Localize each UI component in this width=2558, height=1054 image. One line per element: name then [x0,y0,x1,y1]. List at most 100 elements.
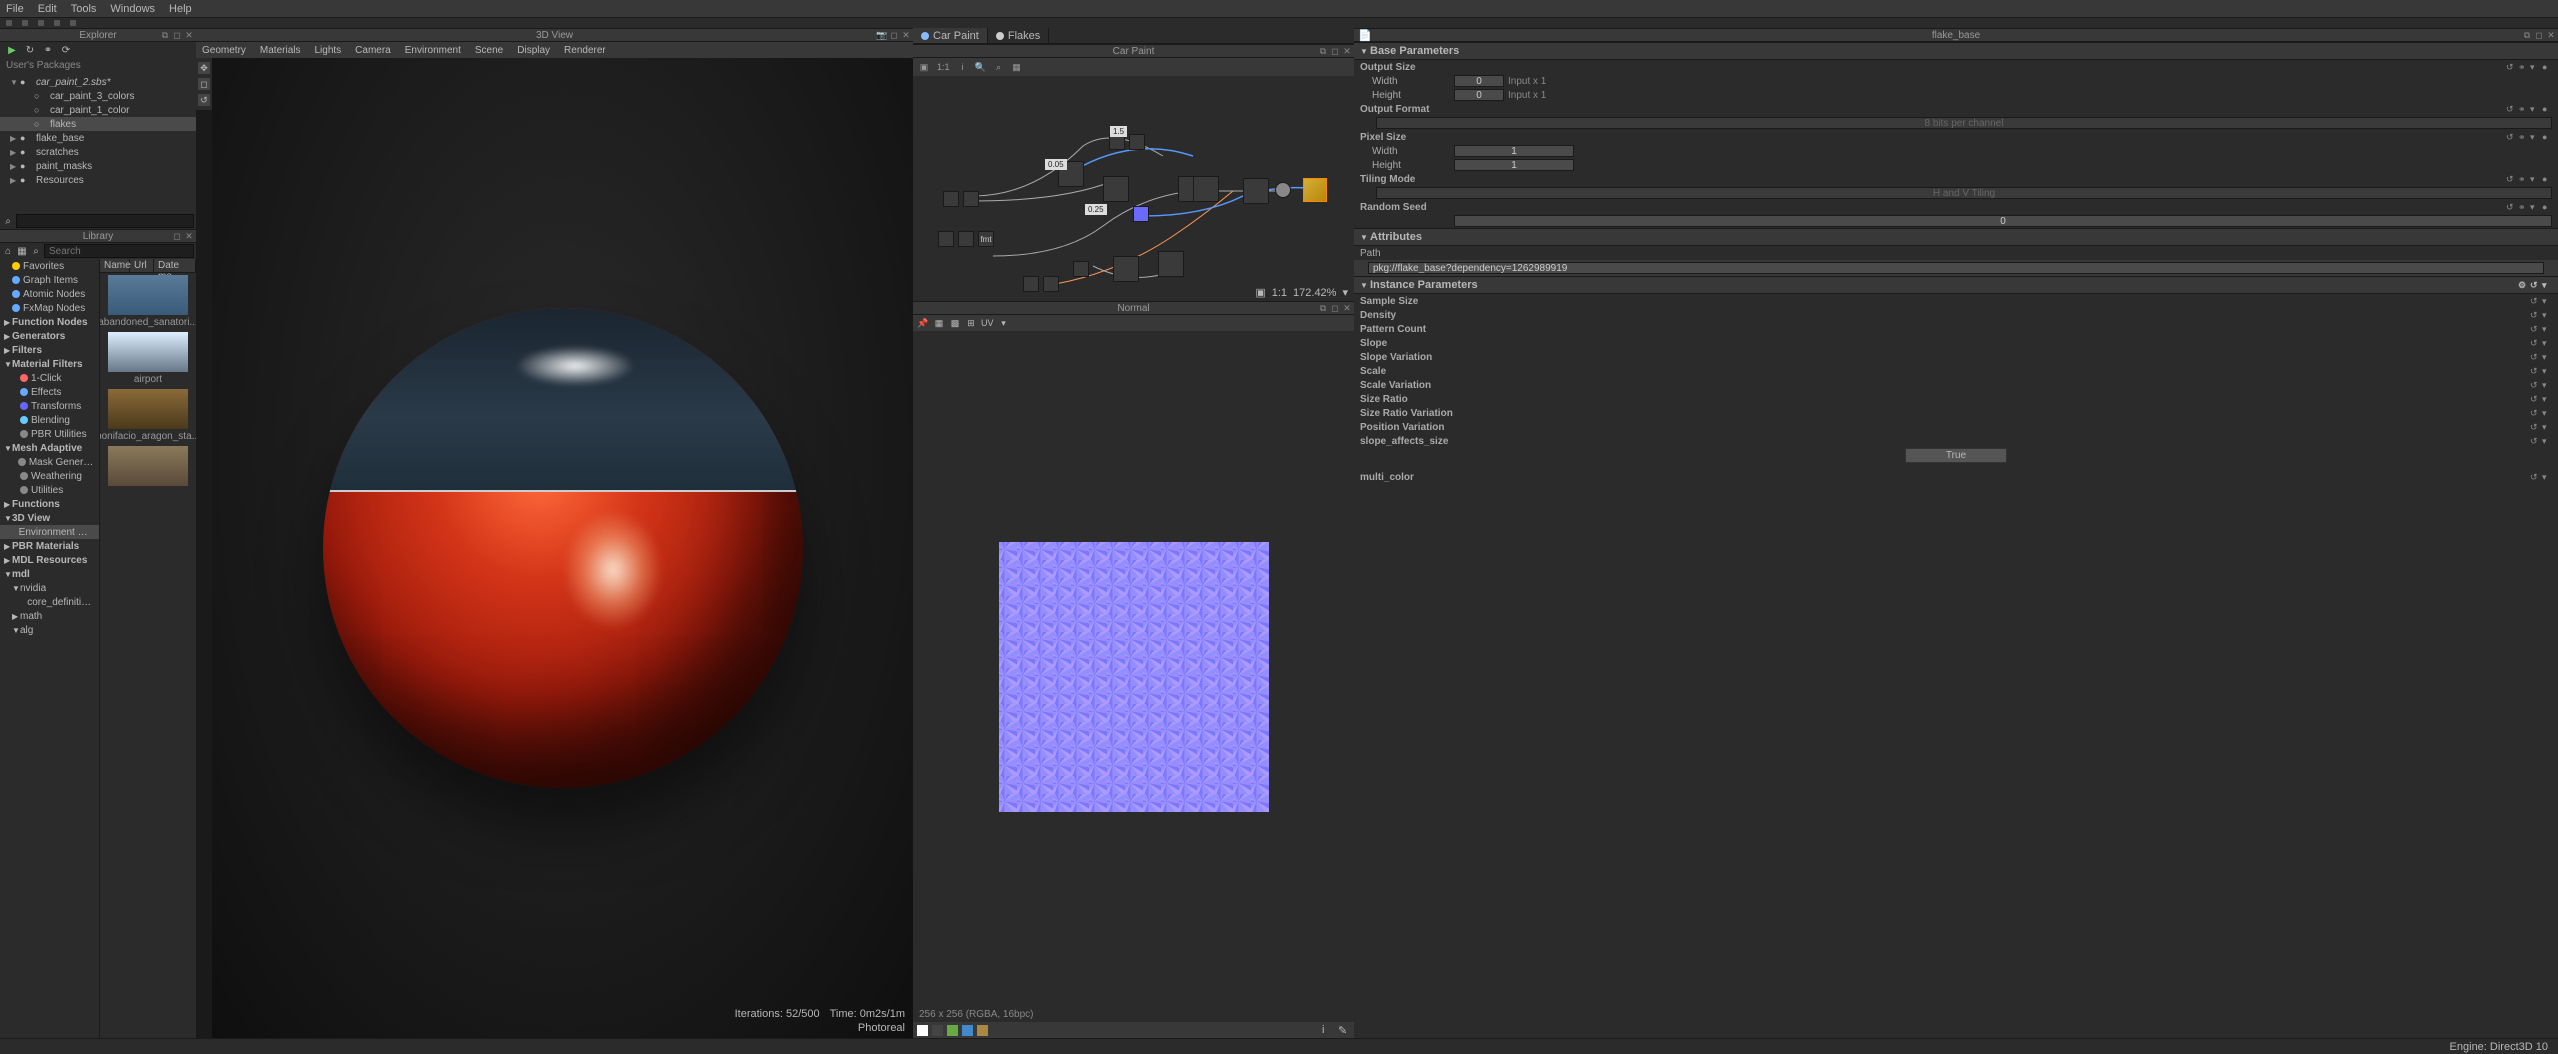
tile-icon[interactable]: ⊞ [965,317,977,329]
vp-menu-geometry[interactable]: Geometry [202,45,246,56]
lib-category[interactable]: ▶math [0,609,99,623]
lib-category[interactable]: Environment Maps [0,525,99,539]
reset-icon[interactable]: ↺ [2506,174,2516,184]
checker-icon[interactable]: ▩ [949,317,961,329]
pin-icon[interactable]: 📌 [917,317,929,329]
reset-icon[interactable]: ↺ [2530,324,2540,334]
panel-float-icon[interactable]: ◻ [172,231,182,241]
lib-category[interactable]: ▶Generators [0,329,99,343]
camera-icon[interactable]: 📷 [877,30,887,40]
prop-path[interactable] [1368,262,2544,274]
panel-float-icon[interactable]: ◻ [172,30,182,40]
reset-icon[interactable]: ↺ [2530,380,2540,390]
tree-item[interactable]: ○flakes [0,117,196,131]
lib-category[interactable]: ▼3D View [0,511,99,525]
menu-edit[interactable]: Edit [38,3,57,15]
home-icon[interactable]: ⌂ [2,245,14,257]
panel-undock-icon[interactable]: ⧉ [1318,46,1328,56]
menu-icon[interactable]: ▾ [2530,104,2540,114]
col-url[interactable]: Url [130,259,154,272]
link-icon[interactable]: ⚭ [2518,202,2528,212]
reset-icon[interactable]: ↺ [2530,394,2540,404]
lib-category[interactable]: Effects [0,385,99,399]
lib-category[interactable]: PBR Utilities [0,427,99,441]
menu-help[interactable]: Help [169,3,192,15]
color-swatch[interactable] [917,1025,928,1036]
zoom-menu-icon[interactable]: ▾ [1342,286,1348,299]
graph-node[interactable] [958,231,974,247]
lock-icon[interactable]: ● [2542,132,2552,142]
menu-icon[interactable]: ▾ [2542,352,2552,362]
vp-menu-display[interactable]: Display [517,45,550,56]
color-swatch[interactable] [947,1025,958,1036]
lib-category[interactable]: ▼Mesh Adaptive [0,441,99,455]
chevron-down-icon[interactable]: ▾ [998,317,1010,329]
menu-icon[interactable]: ▾ [2542,472,2552,482]
menu-icon[interactable]: ▾ [2530,174,2540,184]
lib-category[interactable]: ▶Filters [0,343,99,357]
link-icon[interactable]: ⚭ [2518,174,2528,184]
grid-icon[interactable]: ▦ [16,245,28,257]
graph-node[interactable] [1193,176,1219,202]
reset-icon[interactable]: ↺ [2506,62,2516,72]
lib-category[interactable]: ▼nvidia [0,581,99,595]
menu-icon[interactable]: ▾ [2542,380,2552,390]
prop-dropdown[interactable] [1376,117,2552,129]
prop-dropdown[interactable] [1376,187,2552,199]
lib-category[interactable]: ▼Material Filters [0,357,99,371]
graph-output-node[interactable] [1303,178,1327,202]
graph-node[interactable] [1243,178,1269,204]
graph-node-color[interactable] [1133,206,1149,222]
reset-icon[interactable]: ↺ [2530,408,2540,418]
lib-category[interactable]: Atomic Nodes [0,287,99,301]
reload-icon[interactable]: ⟳ [60,44,72,56]
col-date[interactable]: Date mo [154,259,196,272]
menu-icon[interactable]: ▾ [2542,366,2552,376]
tree-item[interactable]: ○car_paint_3_colors [0,89,196,103]
lib-thumbnail[interactable]: bonifacio_aragon_sta... [100,387,196,444]
graph-node[interactable] [1043,276,1059,292]
zoom-ratio[interactable]: 1:1 [1272,287,1287,299]
props-section-header[interactable]: ▼Instance Parameters⚙↺▾ [1354,276,2558,294]
panel-close-icon[interactable]: ✕ [1342,46,1352,56]
library-list[interactable]: Name Url Date mo abandoned_sanatori...ai… [100,259,196,1038]
panel-close-icon[interactable]: ✕ [184,30,194,40]
reset-icon[interactable]: ↺ [2530,366,2540,376]
menu-tools[interactable]: Tools [71,3,97,15]
zoom-icon[interactable]: 🔍 [974,60,988,74]
link-icon[interactable]: ⚭ [2518,104,2528,114]
lib-category[interactable]: ▼mdl [0,567,99,581]
props-section-header[interactable]: ▼Base Parameters [1354,42,2558,60]
menu-icon[interactable]: ▾ [2542,408,2552,418]
fit-icon[interactable]: ▣ [917,60,931,74]
menu-icon[interactable]: ▾ [2542,296,2552,306]
graph-node[interactable] [1158,251,1184,277]
lib-thumbnail[interactable]: airport [100,330,196,387]
reset-icon[interactable]: ↺ [2530,310,2540,320]
graph-node[interactable] [1023,276,1039,292]
reset-icon[interactable]: ↺ [2506,104,2516,114]
explorer-tree[interactable]: ▼●car_paint_2.sbs*○car_paint_3_colors○ca… [0,73,196,213]
vp-menu-lights[interactable]: Lights [314,45,341,56]
menu-icon[interactable]: ▾ [2530,202,2540,212]
lib-category[interactable]: Graph Items [0,273,99,287]
view-icon[interactable]: ◻ [198,78,210,90]
ratio-label[interactable]: 1:1 [935,60,952,74]
color-swatch[interactable] [932,1025,943,1036]
col-name[interactable]: Name [100,259,130,272]
panel-undock-icon[interactable]: ⧉ [160,30,170,40]
lib-category[interactable]: ▶Functions [0,497,99,511]
panel-float-icon[interactable]: ◻ [1330,46,1340,56]
panel-close-icon[interactable]: ✕ [901,30,911,40]
panel-float-icon[interactable]: ◻ [1330,303,1340,313]
prop-button[interactable]: True [1905,448,2007,463]
play-icon[interactable]: ▶ [6,44,18,56]
menu-icon[interactable]: ▾ [2530,132,2540,142]
lib-category[interactable]: Transforms [0,399,99,413]
reset-icon[interactable]: ↺ [2530,472,2540,482]
graph-node[interactable] [1129,134,1145,150]
lib-category[interactable]: ▶MDL Resources [0,553,99,567]
graph-node[interactable] [1073,261,1089,277]
reset-icon[interactable]: ↺ [2530,422,2540,432]
info-icon[interactable]: i [956,60,970,74]
